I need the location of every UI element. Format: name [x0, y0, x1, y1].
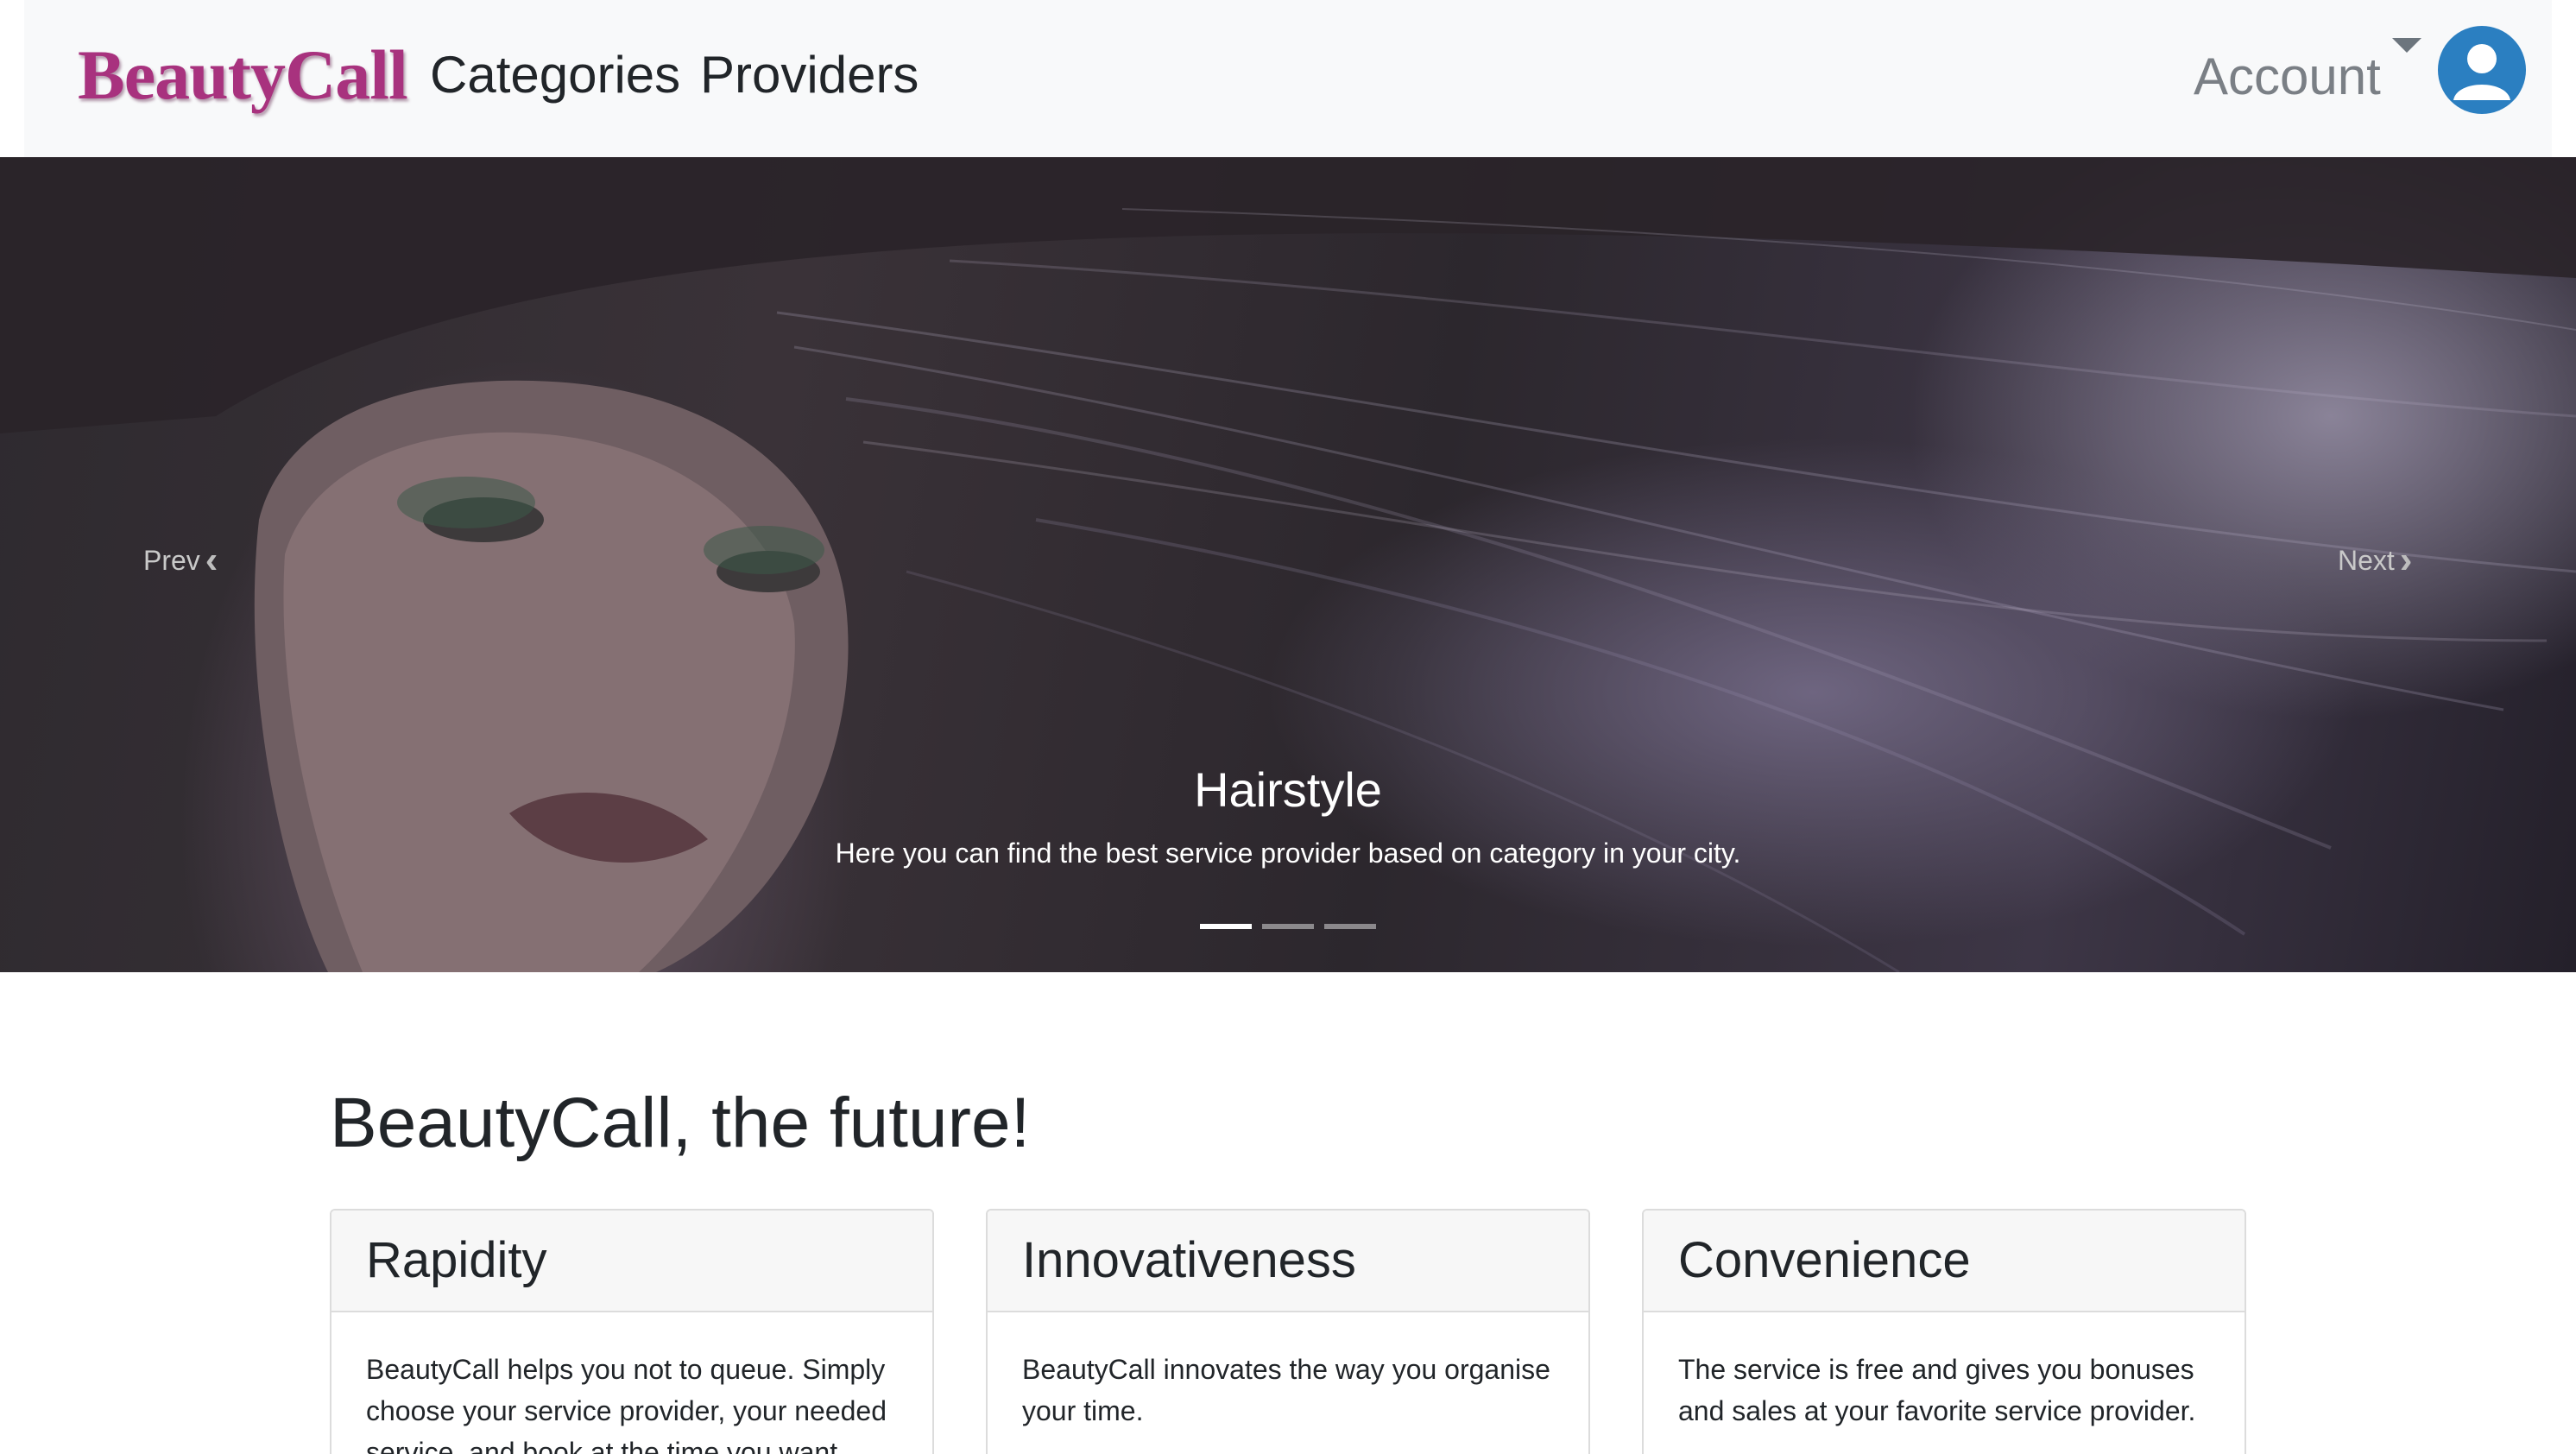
- carousel-indicator-3[interactable]: [1324, 924, 1376, 929]
- chevron-down-icon[interactable]: [2392, 38, 2421, 53]
- card-title: Innovativeness: [988, 1211, 1588, 1312]
- nav-link-providers[interactable]: Providers: [700, 45, 919, 104]
- carousel-next-label: Next: [2338, 544, 2395, 576]
- card-title: Rapidity: [331, 1211, 932, 1312]
- user-icon: [2453, 44, 2510, 100]
- avatar[interactable]: [2438, 26, 2526, 114]
- card-text: BeautyCall innovates the way you organis…: [1022, 1354, 1550, 1426]
- card-text: The service is free and gives you bonuse…: [1678, 1354, 2196, 1426]
- carousel-indicator-2[interactable]: [1262, 924, 1314, 929]
- carousel-caption-title: Hairstyle: [1194, 762, 1382, 817]
- carousel-indicator-1[interactable]: [1200, 924, 1252, 929]
- chevron-right-icon: ›: [2399, 539, 2413, 581]
- nav-link-categories[interactable]: Categories: [430, 45, 680, 104]
- carousel-prev-button[interactable]: Prev ‹: [143, 541, 218, 579]
- page-headline: BeautyCall, the future!: [330, 1084, 1031, 1162]
- card-title: Convenience: [1644, 1211, 2245, 1312]
- card-text: BeautyCall helps you not to queue. Simpl…: [366, 1354, 887, 1454]
- top-navbar: BeautyCall Categories Providers Account: [24, 0, 2552, 157]
- brand-logo[interactable]: BeautyCall: [78, 35, 408, 116]
- hero-carousel: Prev ‹ Next › Hairstyle Here you can fin…: [0, 157, 2576, 972]
- carousel-prev-label: Prev: [143, 544, 200, 576]
- feature-card-innovativeness: Innovativeness BeautyCall innovates the …: [986, 1209, 1590, 1454]
- feature-card-rapidity: Rapidity BeautyCall helps you not to que…: [330, 1209, 934, 1454]
- carousel-caption-text: Here you can find the best service provi…: [835, 838, 1741, 869]
- feature-card-convenience: Convenience The service is free and give…: [1642, 1209, 2246, 1454]
- chevron-left-icon: ‹: [205, 539, 218, 581]
- carousel-next-button[interactable]: Next ›: [2338, 541, 2412, 579]
- account-dropdown-label[interactable]: Account: [2194, 47, 2381, 106]
- carousel-indicators: [1200, 924, 1376, 929]
